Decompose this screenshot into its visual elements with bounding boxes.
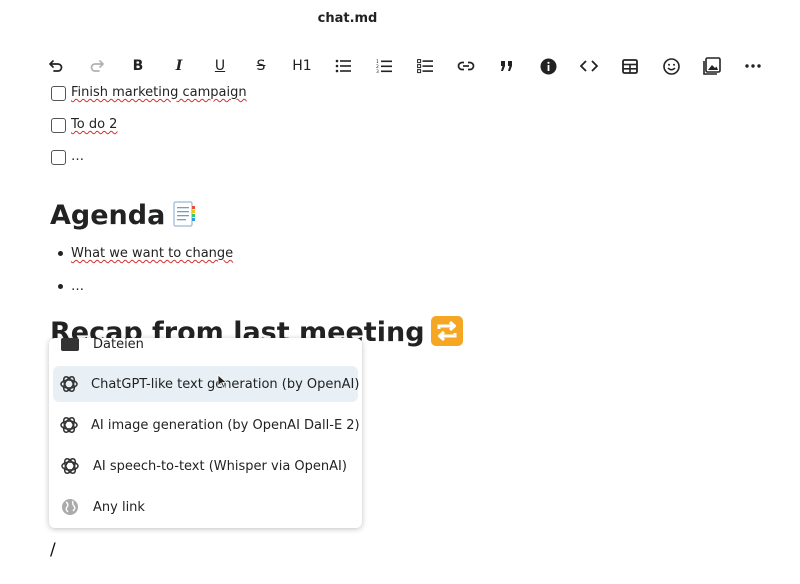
checkbox[interactable] — [51, 86, 66, 101]
openai-icon — [59, 414, 79, 436]
underline-icon: U — [214, 58, 226, 74]
slash-command-menu: Dateien ChatGPT-like text generation (by… — [49, 338, 362, 528]
more-icon[interactable] — [739, 52, 767, 80]
list-item[interactable]: What we want to change — [71, 246, 233, 261]
checklist-item-text[interactable]: … — [71, 149, 84, 164]
table-icon[interactable] — [616, 52, 644, 80]
italic-icon: I — [175, 58, 183, 74]
image-icon[interactable] — [698, 52, 726, 80]
underline-button[interactable]: U — [206, 52, 234, 80]
typed-slash-command[interactable]: / — [50, 540, 56, 560]
menu-item-ai-image-generation[interactable]: AI image generation (by OpenAI Dall-E 2) — [53, 407, 360, 443]
code-icon[interactable] — [575, 52, 603, 80]
checklist-icon[interactable] — [411, 52, 439, 80]
info-icon[interactable] — [534, 52, 562, 80]
italic-button[interactable]: I — [165, 52, 193, 80]
agenda-heading-text: Agenda — [50, 200, 166, 231]
openai-icon — [59, 373, 79, 395]
heading-button[interactable]: H1 — [288, 52, 316, 80]
bullet-marker — [58, 284, 63, 289]
repeat-emoji — [430, 316, 463, 346]
bold-icon: B — [132, 58, 144, 74]
memo-emoji — [171, 200, 197, 228]
ordered-list-icon[interactable]: 123 — [370, 52, 398, 80]
folder-icon — [61, 338, 79, 351]
emoji-icon[interactable] — [657, 52, 685, 80]
menu-item-ai-speech-to-text[interactable]: AI speech-to-text (Whisper via OpenAI) — [53, 448, 358, 484]
menu-item-files[interactable]: Dateien — [53, 338, 358, 362]
heading-icon: H1 — [292, 58, 312, 74]
checkbox[interactable] — [51, 118, 66, 133]
bold-button[interactable]: B — [124, 52, 152, 80]
link-icon[interactable] — [452, 52, 480, 80]
quote-icon[interactable] — [493, 52, 521, 80]
menu-item-label: AI image generation (by OpenAI Dall-E 2) — [91, 417, 360, 433]
bullet-marker — [58, 251, 63, 256]
window-title: chat.md — [317, 11, 378, 26]
menu-item-label: Dateien — [93, 338, 144, 352]
redo-icon[interactable] — [83, 52, 111, 80]
checklist-item-text[interactable]: Finish marketing campaign — [71, 85, 247, 100]
checklist-item-text[interactable]: To do 2 — [71, 117, 117, 132]
menu-item-any-link[interactable]: Any link — [53, 489, 358, 525]
list-item[interactable]: … — [71, 279, 84, 294]
undo-icon[interactable] — [42, 52, 70, 80]
agenda-heading[interactable]: Agenda — [50, 200, 197, 232]
bullet-list-icon[interactable] — [329, 52, 357, 80]
strikethrough-button[interactable]: S — [247, 52, 275, 80]
globe-icon — [59, 496, 81, 518]
svg-text:3: 3 — [376, 69, 379, 74]
menu-item-chatgpt-text-generation[interactable]: ChatGPT-like text generation (by OpenAI) — [53, 366, 359, 402]
checkbox[interactable] — [51, 150, 66, 165]
openai-icon — [59, 455, 81, 477]
strikethrough-icon: S — [256, 58, 266, 74]
mouse-pointer-icon — [217, 374, 228, 389]
menu-item-label: AI speech-to-text (Whisper via OpenAI) — [93, 458, 347, 474]
menu-item-label: Any link — [93, 499, 145, 515]
